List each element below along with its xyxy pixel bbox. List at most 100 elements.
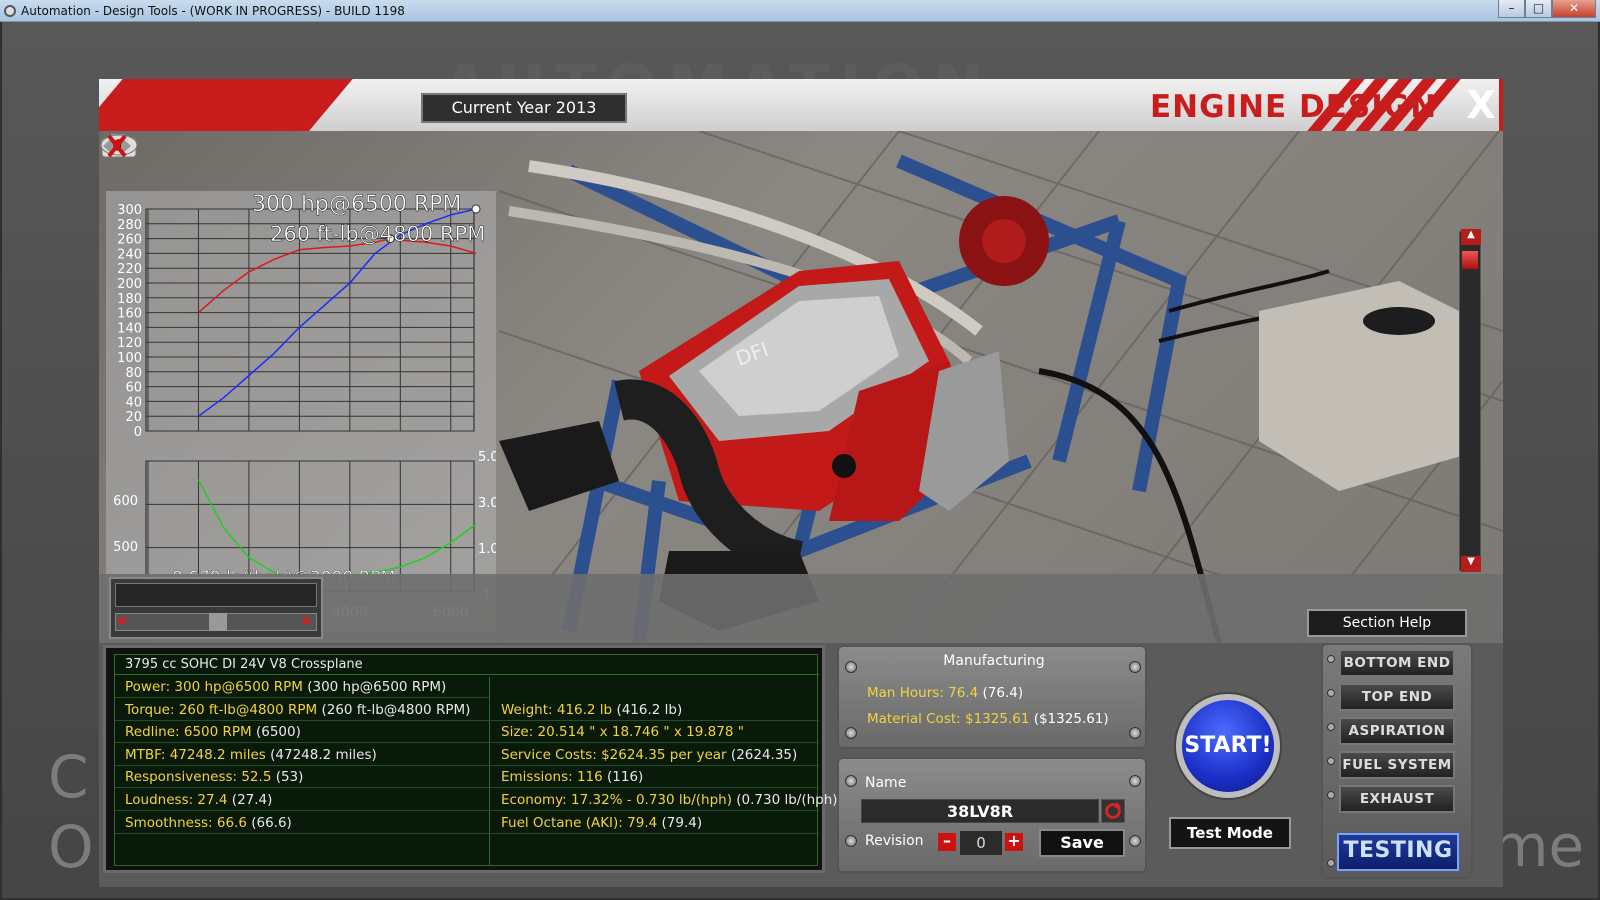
stat-previous-value: (260 ft-lb@4800 RPM) <box>321 701 471 718</box>
revision-decrement-button[interactable]: – <box>938 833 956 851</box>
y-tick-label: 120 <box>117 336 142 351</box>
rivet <box>845 835 857 847</box>
stat-value: Weight: 416.2 lb <box>501 701 613 718</box>
page-title: ENGINE DESIGN <box>1150 89 1438 125</box>
stat-value: Smoothness: 66.6 <box>125 814 247 831</box>
stat-previous-value: (53) <box>275 769 304 786</box>
manufacturing-panel: Manufacturing Man Hours: 76.4 (76.4) Mat… <box>837 645 1147 749</box>
slider-right-arrow[interactable]: ▶ <box>303 613 312 627</box>
stat-row: Redline: 6500 RPM (6500) <box>115 721 489 744</box>
stat-row: Fuel Octane (AKI): 79.4 (79.4) <box>491 812 819 834</box>
y-tick-label: 60 <box>125 381 142 396</box>
nav-fuel-system[interactable]: FUEL SYSTEM <box>1339 751 1455 779</box>
window-frame: AUTOMATION C O me Current Year 2013 ENGI… <box>0 22 1600 900</box>
nav-dot <box>1327 859 1335 867</box>
stat-previous-value: (0.730 lb/(hph)) <box>736 792 843 808</box>
stat-previous-value: (27.4) <box>231 792 273 808</box>
stats-table: 3795 cc SOHC DI 24V V8 Crossplane Power:… <box>114 654 843 866</box>
y-tick-label: 240 <box>117 247 142 262</box>
man-hours: Man Hours: 76.4 (76.4) <box>867 685 1024 701</box>
nav-exhaust[interactable]: EXHAUST <box>1339 785 1455 813</box>
y-tick-label: 200 <box>117 277 142 292</box>
stat-value: Service Costs: $2624.35 per year <box>501 746 727 763</box>
y-tick-label: 140 <box>117 321 142 336</box>
app-background: AUTOMATION C O me Current Year 2013 ENGI… <box>2 22 1598 898</box>
nav-testing[interactable]: TESTING <box>1337 833 1459 871</box>
stat-value: Torque: 260 ft-lb@4800 RPM <box>125 701 318 718</box>
maximize-button[interactable]: □ <box>1525 0 1552 18</box>
header-red-stripe <box>99 79 353 131</box>
stat-previous-value: (416.2 lb) <box>616 701 683 718</box>
y-tick-label: 600 <box>113 494 138 509</box>
engine-name-input[interactable]: 38LV8R <box>861 799 1099 823</box>
stat-row: Size: 20.514 " x 18.746 " x 19.878 " <box>491 721 819 744</box>
stat-row: Economy: 17.32% - 0.730 lb/(hph) (0.730 … <box>491 789 843 811</box>
stat-previous-value: (2624.35) <box>730 746 798 763</box>
slider-knob[interactable] <box>209 613 227 631</box>
slider-left-arrow[interactable]: ◀ <box>116 613 125 627</box>
stat-value: Size: 20.514 " x 18.746 " x 19.878 " <box>501 724 744 741</box>
window-title-bar: Automation - Design Tools - (WORK IN PRO… <box>0 0 1600 22</box>
stat-row: Power: 300 hp@6500 RPM (300 hp@6500 RPM) <box>115 676 489 698</box>
y-tick-label: 0 <box>134 425 142 440</box>
nav-top-end[interactable]: TOP END <box>1339 683 1455 711</box>
name-revision-panel: Name 38LV8R Revision – 0 + Save <box>837 757 1147 873</box>
y-tick-label: 500 <box>113 540 138 555</box>
scroll-up-button[interactable]: ▲ <box>1461 229 1481 245</box>
engine-summary: 3795 cc SOHC DI 24V V8 Crossplane <box>115 655 819 675</box>
stat-value: Responsiveness: 52.5 <box>125 769 272 786</box>
power-peak-marker <box>471 204 481 214</box>
charts-canvas: 3002802602402202001801601401201008060402… <box>113 192 496 621</box>
close-button[interactable]: X <box>1461 83 1501 127</box>
part-slider[interactable]: ◀ ▶ <box>109 577 323 639</box>
y-tick-label: 80 <box>125 366 142 381</box>
stat-previous-value: (300 hp@6500 RPM) <box>307 679 447 695</box>
reset-view-icon[interactable] <box>99 131 135 161</box>
manufacturing-title: Manufacturing <box>943 653 1045 669</box>
stat-previous-value: (79.4) <box>661 814 703 831</box>
stat-previous-value: (47248.2 miles) <box>270 746 377 763</box>
material-cost: Material Cost: $1325.61 ($1325.61) <box>867 711 1109 727</box>
engine-design-panel: Current Year 2013 ENGINE DESIGN X DFI 30… <box>99 79 1503 887</box>
stat-row: Loudness: 27.4 (27.4) <box>115 789 489 811</box>
save-button[interactable]: Save <box>1039 829 1125 857</box>
section-help-button[interactable]: Section Help <box>1307 609 1467 637</box>
stat-row: Service Costs: $2624.35 per year (2624.3… <box>491 744 819 766</box>
engine-3d-viewport[interactable]: DFI 300 280 260 240 220 200 180 160 140 120 100 80 6… <box>99 131 1503 643</box>
zoom-scrollbar[interactable] <box>1459 231 1481 571</box>
stat-row: Emissions: 116 (116) <box>491 766 819 789</box>
rivet <box>1129 775 1141 787</box>
y-tick-label: 40 <box>125 395 142 410</box>
stat-row: Weight: 416.2 lb (416.2 lb) <box>491 699 819 721</box>
y-tick-label: 300 <box>117 203 142 218</box>
revision-label: Revision <box>865 833 924 849</box>
scroll-thumb[interactable] <box>1462 251 1478 269</box>
stat-previous-value: (116) <box>607 769 644 786</box>
scroll-down-button[interactable]: ▼ <box>1461 556 1481 572</box>
start-button[interactable]: START! <box>1176 694 1280 798</box>
y-tick-label: 180 <box>117 292 142 307</box>
y-tick-label: 1.0 <box>478 542 496 557</box>
economy-curve <box>197 479 477 581</box>
engine-stats-panel: 3795 cc SOHC DI 24V V8 Crossplane Power:… <box>103 645 843 873</box>
stat-row: Responsiveness: 52.5 (53) <box>115 766 489 789</box>
stat-value: Redline: 6500 RPM <box>125 724 252 741</box>
stat-previous-value: (6500) <box>255 724 301 741</box>
background-right-text: me <box>1492 812 1585 880</box>
window-close-button[interactable]: ✕ <box>1552 0 1596 18</box>
minimize-button[interactable]: – <box>1498 0 1525 18</box>
test-mode-button[interactable]: Test Mode <box>1169 817 1291 849</box>
torque-curve <box>197 237 477 314</box>
revision-increment-button[interactable]: + <box>1005 833 1023 851</box>
nav-bottom-end[interactable]: BOTTOM END <box>1339 649 1455 677</box>
y-tick-label: 280 <box>117 218 142 233</box>
nav-aspiration[interactable]: ASPIRATION <box>1339 717 1455 745</box>
y-tick-label: 5.0 <box>478 450 496 465</box>
slider-display <box>115 583 317 607</box>
background-left-text: C O <box>48 743 94 881</box>
refresh-icon[interactable] <box>1101 799 1125 823</box>
window-title: Automation - Design Tools - (WORK IN PRO… <box>21 3 405 18</box>
nav-dot <box>1327 757 1335 765</box>
y-tick-label: 20 <box>125 410 142 425</box>
rivet <box>1129 835 1141 847</box>
